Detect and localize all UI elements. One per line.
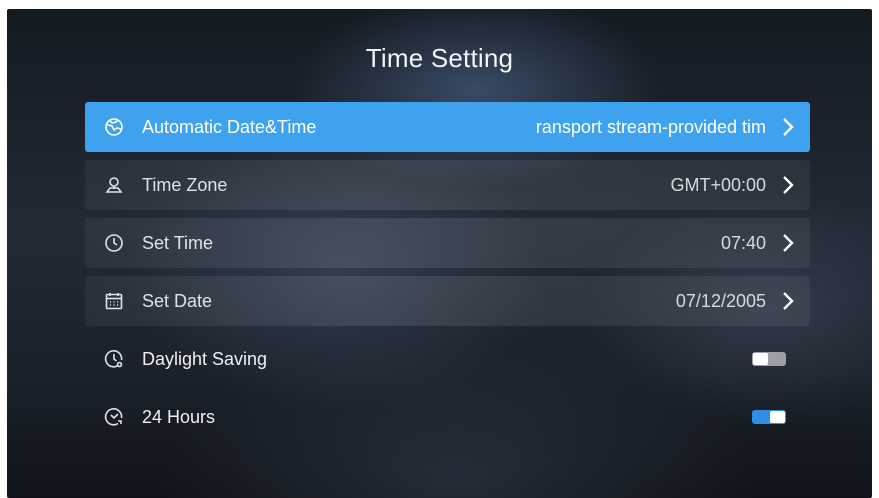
toggle-knob (753, 353, 768, 365)
daylight-saving-toggle[interactable] (752, 352, 786, 366)
24-hours-label: 24 Hours (142, 406, 216, 427)
set-date-value: 07/12/2005 (675, 290, 766, 311)
daylight-saving-label: Daylight Saving (142, 348, 268, 369)
toggle-knob (770, 411, 785, 423)
set-time-value: 07:40 (720, 232, 766, 253)
automatic-date-time-value: ransport stream-provided tim (535, 116, 766, 137)
24-hours-row[interactable]: 24 Hours (85, 392, 810, 442)
chevron-right-icon (780, 291, 796, 311)
location-pin-icon (103, 174, 125, 196)
settings-list: Automatic Date&Time ransport stream-prov… (85, 102, 810, 450)
set-date-label: Set Date (142, 290, 213, 311)
automatic-date-time-label: Automatic Date&Time (142, 116, 317, 137)
time-zone-value: GMT+00:00 (670, 174, 766, 195)
calendar-icon (103, 290, 125, 312)
clock-icon (103, 232, 125, 254)
globe-icon (103, 116, 125, 138)
24-hours-toggle[interactable] (752, 410, 786, 424)
page-title: Time Setting (365, 43, 514, 73)
chevron-right-icon (780, 175, 796, 195)
chevron-right-icon (780, 233, 796, 253)
chevron-right-icon (780, 117, 796, 137)
24h-clock-icon (103, 406, 125, 428)
set-date-row[interactable]: Set Date 07/12/2005 (85, 276, 810, 326)
set-time-label: Set Time (142, 232, 214, 253)
time-zone-row[interactable]: Time Zone GMT+00:00 (85, 160, 810, 210)
time-zone-label: Time Zone (142, 174, 228, 195)
daylight-saving-row[interactable]: Daylight Saving (85, 334, 810, 384)
set-time-row[interactable]: Set Time 07:40 (85, 218, 810, 268)
automatic-date-time-row[interactable]: Automatic Date&Time ransport stream-prov… (85, 102, 810, 152)
tv-settings-screen: Time Setting Automatic Date&Time ranspor… (7, 9, 872, 498)
daylight-clock-icon (103, 348, 125, 370)
